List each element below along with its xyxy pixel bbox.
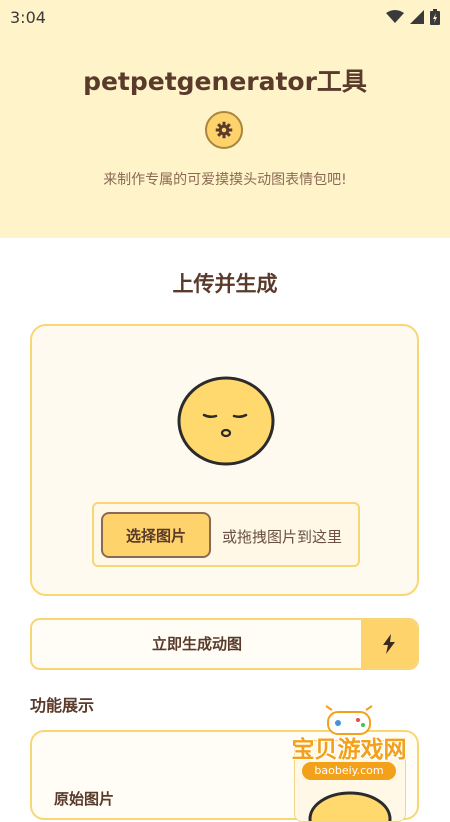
lightning-icon (383, 634, 395, 654)
image-picker[interactable]: 选择图片 或拖拽图片到这里 (92, 502, 360, 567)
app-title: petpetgenerator工具 (83, 67, 367, 96)
gear-icon (215, 121, 233, 139)
generate-label: 立即生成动图 (151, 635, 242, 653)
wifi-icon (386, 10, 404, 23)
battery-icon (430, 9, 440, 25)
signal-icon (410, 10, 424, 24)
status-bar: 3:04 (0, 0, 450, 34)
watermark-url: baobeiy.com (302, 762, 396, 780)
lightning-badge (361, 620, 417, 668)
drop-zone-hint: 或拖拽图片到这里 (222, 528, 343, 546)
sleepy-face-icon (177, 376, 275, 466)
status-time: 3:04 (10, 7, 46, 27)
app-header: petpetgenerator工具 来制作专属的可爱摸摸头动图表情包吧! (0, 34, 450, 238)
original-image-label: 原始图片 (54, 790, 115, 808)
upload-card: 选择图片 或拖拽图片到这里 (30, 324, 419, 596)
settings-button[interactable] (205, 111, 243, 149)
choose-image-button[interactable]: 选择图片 (101, 512, 211, 558)
watermark-logo: 宝贝游戏网 baobeiy.com (276, 700, 422, 786)
upload-section-title: 上传并生成 (172, 272, 278, 296)
watermark-brand: 宝贝游戏网 (291, 737, 407, 763)
status-icons (386, 9, 440, 25)
features-title: 功能展示 (30, 696, 95, 715)
app-subtitle: 来制作专属的可爱摸摸头动图表情包吧! (103, 172, 347, 188)
generate-gif-button[interactable]: 立即生成动图 (30, 618, 419, 670)
